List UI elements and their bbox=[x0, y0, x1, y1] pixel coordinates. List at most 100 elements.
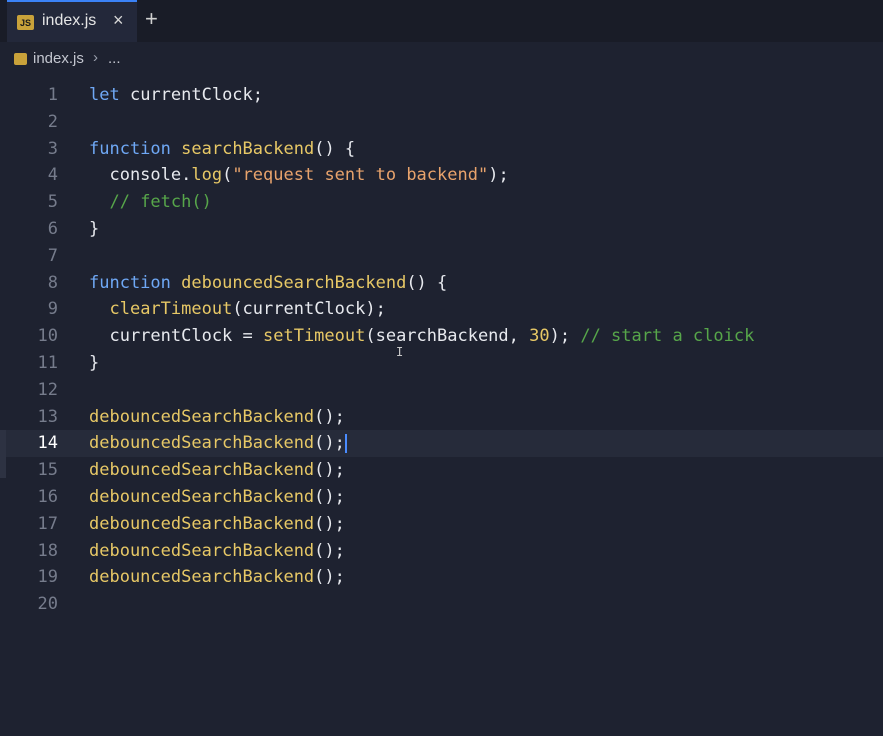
code-text: clearTimeout(currentClock); bbox=[89, 296, 386, 323]
code-token: (); bbox=[314, 406, 345, 427]
code-line[interactable]: 16 debouncedSearchBackend(); bbox=[0, 484, 883, 511]
code-token: (); bbox=[314, 487, 345, 507]
breadcrumb: index.js › ... bbox=[0, 42, 883, 76]
code-token: ); bbox=[488, 165, 509, 186]
line-number: 20 bbox=[37, 594, 58, 615]
code-text: // fetch() bbox=[89, 189, 211, 216]
code-text: debouncedSearchBackend(); bbox=[89, 538, 345, 565]
line-number: 4 bbox=[47, 165, 58, 186]
code-token: ); bbox=[549, 326, 581, 347]
code-token: debouncedSearchBackend bbox=[89, 567, 315, 588]
code-line[interactable]: 13 debouncedSearchBackend(); bbox=[0, 404, 883, 431]
code-token: function bbox=[89, 272, 171, 293]
line-number: 7 bbox=[47, 245, 58, 266]
code-token: (); bbox=[314, 567, 345, 588]
code-token: let bbox=[89, 85, 120, 105]
code-line[interactable]: 5 // fetch() bbox=[0, 189, 883, 216]
code-token: } bbox=[89, 353, 100, 373]
line-number: 14 bbox=[37, 433, 58, 454]
code-token: 30 bbox=[529, 326, 550, 347]
line-number: 11 bbox=[37, 353, 58, 373]
line-number: 10 bbox=[37, 326, 58, 347]
code-line[interactable]: 15 debouncedSearchBackend(); bbox=[0, 457, 883, 484]
code-token: currentClock = bbox=[89, 326, 263, 347]
javascript-file-icon bbox=[14, 53, 27, 65]
code-line[interactable]: 18 debouncedSearchBackend(); bbox=[0, 538, 883, 565]
code-text: debouncedSearchBackend(); bbox=[89, 430, 347, 457]
code-token: () { bbox=[314, 138, 356, 159]
line-number: 15 bbox=[37, 460, 58, 481]
code-line[interactable]: 12 bbox=[0, 377, 883, 404]
close-icon[interactable]: × bbox=[113, 10, 124, 31]
code-line[interactable]: 14 debouncedSearchBackend(); bbox=[0, 430, 883, 458]
line-number: 16 bbox=[37, 487, 58, 507]
code-token: () { bbox=[406, 272, 448, 293]
code-text: console.log("request sent to backend"); bbox=[89, 162, 509, 189]
code-text: function debouncedSearchBackend() { bbox=[89, 270, 447, 297]
code-text: } bbox=[89, 350, 99, 377]
line-number: 8 bbox=[47, 272, 58, 293]
line-number: 18 bbox=[37, 540, 58, 561]
code-line[interactable]: 2 bbox=[0, 109, 883, 136]
code-token: searchBackend bbox=[181, 138, 315, 159]
code-line[interactable]: 4 console.log("request sent to backend")… bbox=[0, 162, 883, 189]
tab-index-js[interactable]: JS index.js × bbox=[7, 0, 137, 42]
line-number: 19 bbox=[37, 567, 58, 588]
line-number: 17 bbox=[37, 513, 58, 534]
gutter-edge bbox=[0, 430, 6, 478]
line-number: 3 bbox=[47, 138, 58, 159]
code-token: debouncedSearchBackend bbox=[89, 433, 315, 454]
code-token: log bbox=[191, 165, 223, 186]
code-line[interactable]: 6} bbox=[0, 216, 883, 243]
add-tab-icon[interactable]: + bbox=[145, 6, 158, 32]
code-token: } bbox=[89, 219, 100, 239]
code-token: ( bbox=[222, 165, 233, 186]
code-text: let currentClock; bbox=[89, 82, 263, 109]
code-token: debouncedSearchBackend bbox=[89, 460, 315, 481]
code-editor[interactable]: 1 let currentClock; 2 3 function searchBacke… bbox=[0, 82, 883, 736]
code-token: debouncedSearchBackend bbox=[89, 487, 315, 507]
line-number: 2 bbox=[47, 111, 58, 132]
code-text: debouncedSearchBackend(); bbox=[89, 404, 345, 431]
code-token: debouncedSearchBackend bbox=[89, 406, 315, 427]
code-line[interactable]: 1 let currentClock; bbox=[0, 82, 883, 109]
code-line[interactable]: 17 debouncedSearchBackend(); bbox=[0, 511, 883, 538]
code-token: debouncedSearchBackend bbox=[89, 513, 315, 534]
code-token: "request sent to backend" bbox=[232, 165, 489, 186]
code-line[interactable]: 19 debouncedSearchBackend(); bbox=[0, 564, 883, 591]
code-token: (searchBackend, bbox=[365, 326, 530, 347]
breadcrumb-symbols[interactable]: ... bbox=[108, 50, 121, 67]
line-number: 5 bbox=[47, 192, 58, 213]
code-token: (); bbox=[314, 513, 345, 534]
ibeam-cursor-icon: I bbox=[396, 345, 404, 359]
code-token: setTimeout bbox=[263, 326, 366, 347]
line-number: 9 bbox=[47, 299, 58, 320]
breadcrumb-file[interactable]: index.js bbox=[33, 50, 84, 67]
code-line[interactable]: 3 function searchBackend() { bbox=[0, 136, 883, 163]
line-number: 1 bbox=[47, 85, 58, 105]
code-text: debouncedSearchBackend(); bbox=[89, 564, 345, 591]
tab-label: index.js bbox=[42, 12, 97, 29]
code-line[interactable]: 9 clearTimeout(currentClock); bbox=[0, 296, 883, 323]
line-number: 6 bbox=[47, 219, 58, 239]
chevron-right-icon: › bbox=[93, 49, 98, 66]
code-line[interactable]: 11} bbox=[0, 350, 883, 377]
code-line[interactable]: 20 bbox=[0, 591, 883, 618]
code-token: console. bbox=[89, 165, 192, 186]
line-number: 12 bbox=[37, 379, 58, 400]
code-line[interactable]: 10 currentClock = setTimeout(searchBacke… bbox=[0, 323, 883, 350]
code-token: currentClock; bbox=[119, 85, 264, 105]
code-token: // start a cloick bbox=[580, 326, 755, 347]
code-line[interactable]: 8 function debouncedSearchBackend() { bbox=[0, 270, 883, 297]
text-cursor bbox=[344, 433, 347, 453]
code-text: debouncedSearchBackend(); bbox=[89, 511, 345, 538]
code-text: debouncedSearchBackend(); bbox=[89, 457, 345, 484]
code-token: (currentClock); bbox=[232, 299, 386, 320]
code-line[interactable]: 7 bbox=[0, 243, 883, 270]
code-text: debouncedSearchBackend(); bbox=[89, 484, 345, 511]
code-text: function searchBackend() { bbox=[89, 136, 355, 163]
